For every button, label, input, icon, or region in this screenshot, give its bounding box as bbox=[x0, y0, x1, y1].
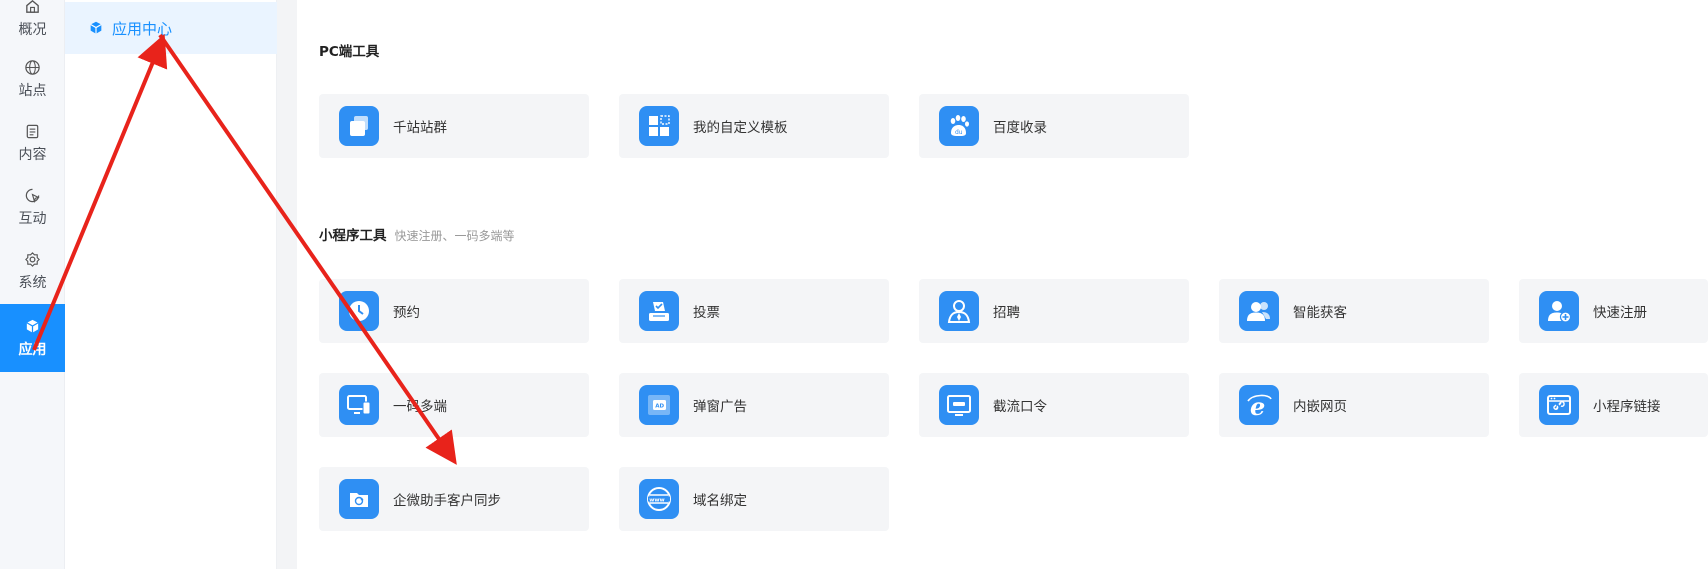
section-title-text: PC端工具 bbox=[319, 44, 380, 60]
svg-text:www: www bbox=[649, 497, 665, 503]
copy-stack-icon bbox=[339, 106, 379, 146]
app-card-custom-template[interactable]: 我的自定义模板 bbox=[619, 94, 889, 158]
app-card-label: 投票 bbox=[693, 305, 720, 321]
rail-item-interaction[interactable]: 互动 bbox=[0, 173, 65, 241]
ie-browser-icon: e bbox=[1239, 385, 1279, 425]
rail-item-label: 应用 bbox=[18, 342, 47, 358]
home-icon bbox=[24, 0, 42, 15]
rail-item-content[interactable]: 内容 bbox=[0, 109, 65, 177]
template-grid-icon bbox=[639, 106, 679, 146]
app-card-domain-binding[interactable]: www 域名绑定 bbox=[619, 467, 889, 531]
nav-rail: 概况 站点 内容 互动 系统 应用 bbox=[0, 0, 65, 569]
app-card-booking[interactable]: 预约 bbox=[319, 279, 589, 343]
app-card-embedded-web[interactable]: e 内嵌网页 bbox=[1219, 373, 1489, 437]
document-icon bbox=[24, 122, 42, 140]
app-card-label: 内嵌网页 bbox=[1293, 399, 1347, 415]
section-subtitle: 快速注册、一码多端等 bbox=[394, 229, 515, 243]
globe-icon bbox=[24, 58, 42, 76]
app-card-vote[interactable]: 投票 bbox=[619, 279, 889, 343]
app-card-label: 百度收录 bbox=[993, 120, 1047, 136]
app-card-label: 弹窗广告 bbox=[693, 399, 747, 415]
app-card-label: 企微助手客户同步 bbox=[393, 493, 501, 509]
rail-item-label: 概况 bbox=[18, 22, 47, 38]
rail-item-label: 内容 bbox=[18, 147, 47, 163]
svg-text:du: du bbox=[955, 129, 963, 136]
popup-ad-icon: AD bbox=[639, 385, 679, 425]
rail-item-label: 系统 bbox=[18, 275, 47, 291]
cube-icon bbox=[24, 317, 42, 335]
submenu-item-label: 应用中心 bbox=[112, 19, 173, 38]
app-card-label: 快速注册 bbox=[1593, 305, 1647, 321]
app-card-label: 千站站群 bbox=[393, 120, 447, 136]
app-card-multi-platform[interactable]: 一码多端 bbox=[319, 373, 589, 437]
app-card-miniprogram-link[interactable]: 小程序链接 bbox=[1519, 373, 1708, 437]
app-card-wecom-sync[interactable]: 企微助手客户同步 bbox=[319, 467, 589, 531]
section-title-pc: PC端工具 bbox=[319, 40, 379, 60]
app-card-label: 我的自定义模板 bbox=[693, 120, 788, 136]
section-title-text: 小程序工具 bbox=[319, 228, 387, 244]
interaction-icon bbox=[24, 186, 42, 204]
users-icon bbox=[1239, 291, 1279, 331]
rail-item-sites[interactable]: 站点 bbox=[0, 45, 65, 113]
rail-item-label: 站点 bbox=[18, 83, 47, 99]
app-card-label: 截流口令 bbox=[993, 399, 1047, 415]
app-card-label: 一码多端 bbox=[393, 399, 447, 415]
section-title-miniprogram: 小程序工具 快速注册、一码多端等 bbox=[319, 224, 515, 244]
rail-item-apps[interactable]: 应用 bbox=[0, 304, 65, 372]
app-card-baidu-index[interactable]: du 百度收录 bbox=[919, 94, 1189, 158]
app-card-smart-acquisition[interactable]: 智能获客 bbox=[1219, 279, 1489, 343]
link-window-icon bbox=[1539, 385, 1579, 425]
www-globe-icon: www bbox=[639, 479, 679, 519]
sub-menu: 应用中心 bbox=[65, 0, 277, 569]
app-card-label: 预约 bbox=[393, 305, 420, 321]
app-card-label: 招聘 bbox=[993, 305, 1020, 321]
layout-gutter bbox=[277, 0, 297, 569]
folder-sync-icon bbox=[339, 479, 379, 519]
vote-box-icon bbox=[639, 291, 679, 331]
clock-icon bbox=[339, 291, 379, 331]
app-card-label: 小程序链接 bbox=[1593, 399, 1661, 415]
app-card-popup-ad[interactable]: AD 弹窗广告 bbox=[619, 373, 889, 437]
submenu-item-app-center[interactable]: 应用中心 bbox=[65, 2, 277, 54]
rail-item-system[interactable]: 系统 bbox=[0, 237, 65, 305]
gear-icon bbox=[24, 250, 42, 268]
cube-icon bbox=[87, 19, 105, 37]
app-card-site-group[interactable]: 千站站群 bbox=[319, 94, 589, 158]
app-card-quick-register[interactable]: 快速注册 bbox=[1519, 279, 1708, 343]
baidu-paw-icon: du bbox=[939, 106, 979, 146]
app-card-label: 智能获客 bbox=[1293, 305, 1347, 321]
svg-text:AD: AD bbox=[655, 404, 664, 410]
recruit-person-icon bbox=[939, 291, 979, 331]
main-content: PC端工具 千站站群 我的自定义模板 du 百度收录 小程序工具 快速注册、一码多… bbox=[297, 0, 1708, 569]
code-screen-icon bbox=[939, 385, 979, 425]
app-card-label: 域名绑定 bbox=[693, 493, 747, 509]
rail-item-label: 互动 bbox=[18, 211, 47, 227]
user-add-icon bbox=[1539, 291, 1579, 331]
app-card-traffic-code[interactable]: 截流口令 bbox=[919, 373, 1189, 437]
multi-device-icon bbox=[339, 385, 379, 425]
app-card-recruit[interactable]: 招聘 bbox=[919, 279, 1189, 343]
